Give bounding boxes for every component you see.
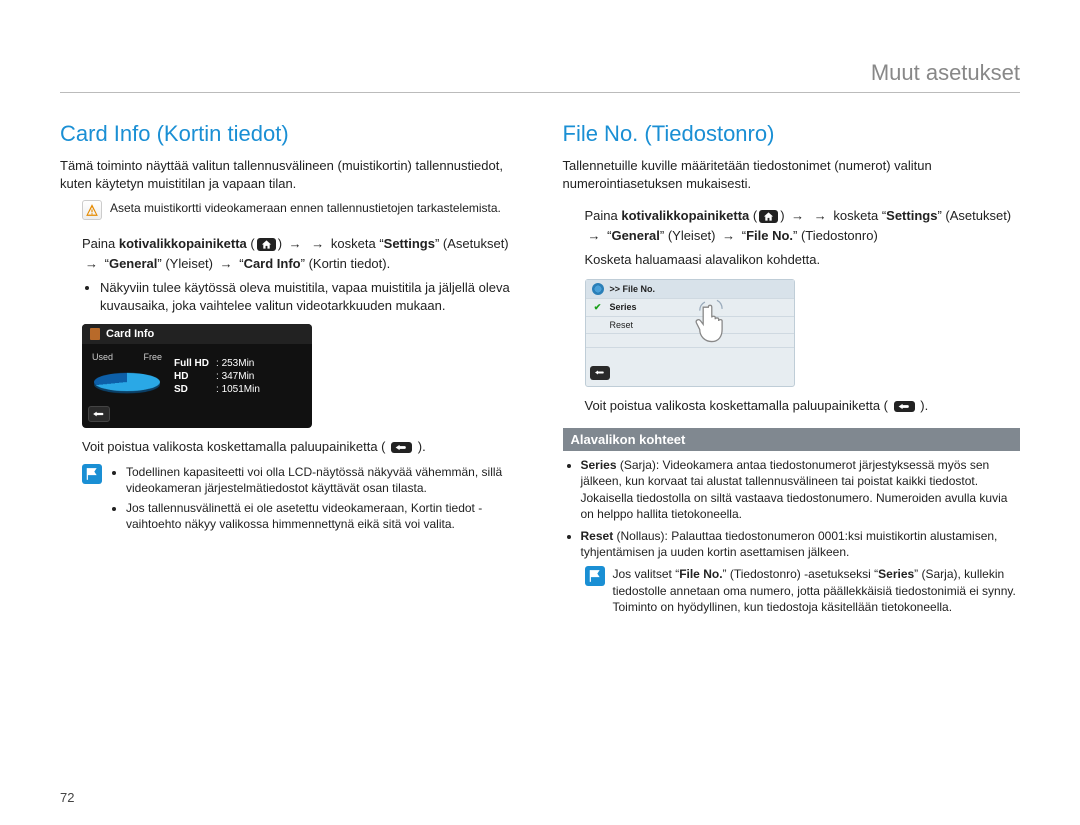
file-no-screenshot: >> File No. ✔ Series Reset bbox=[585, 279, 795, 387]
submenu-items-header: Alavalikon kohteet bbox=[563, 428, 1021, 451]
warning-text: Aseta muistikortti videokameraan ennen t… bbox=[110, 200, 518, 216]
right-note-text: Jos valitset “File No.” (Tiedostonro) -a… bbox=[613, 566, 1021, 615]
note-icon bbox=[82, 464, 102, 484]
left-column: Card Info (Kortin tiedot) Tämä toiminto … bbox=[60, 117, 518, 625]
touch-hand-icon bbox=[686, 290, 741, 345]
left-note-1: Todellinen kapasiteetti voi olla LCD-näy… bbox=[126, 464, 518, 496]
left-exit-line: Voit poistua valikosta koskettamalla pal… bbox=[82, 438, 518, 456]
warning-icon bbox=[82, 200, 102, 220]
right-column: File No. (Tiedostonro) Tallennetuille ku… bbox=[563, 117, 1021, 625]
left-nav-path: Paina kotivalikkopainiketta () → → koske… bbox=[82, 234, 518, 273]
check-icon: ✔ bbox=[592, 302, 604, 313]
insert-card-warning: Aseta muistikortti videokameraan ennen t… bbox=[82, 200, 518, 220]
submenu-item-reset: Reset (Nollaus): Palauttaa tiedostonumer… bbox=[581, 528, 1021, 560]
submenu-item-series: Series (Sarja): Videokamera antaa tiedos… bbox=[581, 457, 1021, 522]
right-note: Jos valitset “File No.” (Tiedostonro) -a… bbox=[585, 566, 1021, 615]
page-number: 72 bbox=[60, 790, 74, 805]
two-column-layout: Card Info (Kortin tiedot) Tämä toiminto … bbox=[60, 117, 1020, 625]
storage-pie-chart: Used Free bbox=[92, 350, 162, 402]
right-intro: Tallennetuille kuville määritetään tiedo… bbox=[563, 157, 1021, 192]
sd-card-icon bbox=[90, 328, 100, 340]
left-note-2: Jos tallennusvälinettä ei ole asetettu v… bbox=[126, 500, 518, 532]
left-bullet-list: Näkyviin tulee käytössä oleva muistitila… bbox=[82, 279, 518, 314]
right-exit-line: Voit poistua valikosta koskettamalla pal… bbox=[585, 397, 1021, 415]
chapter-title: Muut asetukset bbox=[60, 60, 1020, 93]
home-icon bbox=[257, 238, 276, 251]
return-icon bbox=[391, 442, 412, 453]
gear-icon bbox=[592, 283, 604, 295]
right-heading: File No. (Tiedostonro) bbox=[563, 121, 1021, 147]
left-intro: Tämä toiminto näyttää valitun tallennusv… bbox=[60, 157, 518, 192]
right-nav-path: Paina kotivalikkopainiketta () → → koske… bbox=[585, 206, 1021, 245]
home-icon bbox=[759, 210, 778, 223]
left-heading: Card Info (Kortin tiedot) bbox=[60, 121, 518, 147]
left-notes: Todellinen kapasiteetti voi olla LCD-näy… bbox=[82, 464, 518, 537]
touch-submenu-line: Kosketa haluamaasi alavalikon kohdetta. bbox=[585, 251, 1021, 269]
card-info-screenshot: Card Info Used Free Full HD: 253Min HD: … bbox=[82, 324, 312, 428]
submenu-items-list: Series (Sarja): Videokamera antaa tiedos… bbox=[563, 457, 1021, 560]
lcd-return-icon bbox=[88, 406, 110, 422]
recording-time-list: Full HD: 253Min HD: 347Min SD: 1051Min bbox=[174, 357, 260, 396]
note-icon bbox=[585, 566, 605, 586]
return-icon bbox=[894, 401, 915, 412]
lcd-title: Card Info bbox=[82, 324, 312, 344]
menu-return-icon bbox=[590, 366, 610, 380]
left-bullet: Näkyviin tulee käytössä oleva muistitila… bbox=[100, 279, 518, 314]
